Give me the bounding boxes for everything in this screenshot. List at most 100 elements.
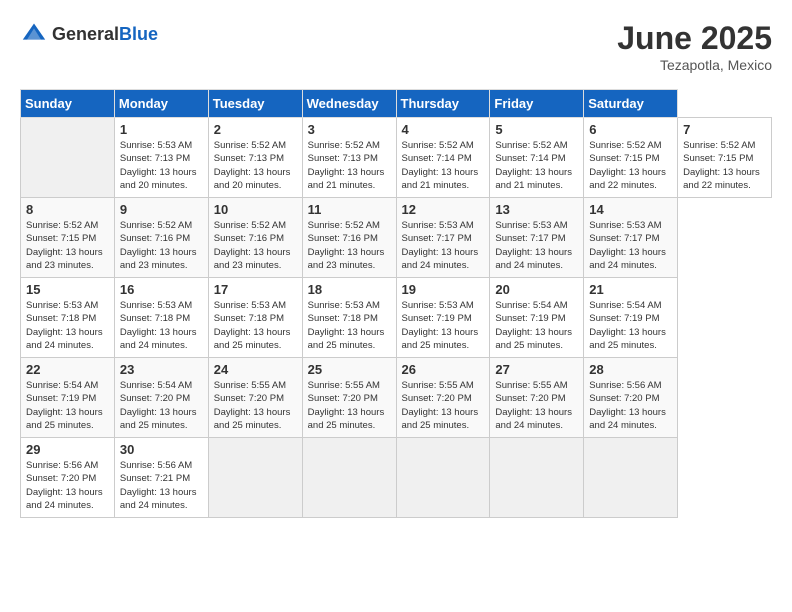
day-info: Sunrise: 5:54 AM Sunset: 7:19 PM Dayligh… xyxy=(26,379,109,432)
day-info: Sunrise: 5:53 AM Sunset: 7:18 PM Dayligh… xyxy=(120,299,203,352)
day-number: 17 xyxy=(214,282,297,297)
day-number: 11 xyxy=(308,202,391,217)
day-number: 16 xyxy=(120,282,203,297)
day-cell: 7 Sunrise: 5:52 AM Sunset: 7:15 PM Dayli… xyxy=(678,118,772,198)
day-cell: 12 Sunrise: 5:53 AM Sunset: 7:17 PM Dayl… xyxy=(396,198,490,278)
day-cell xyxy=(208,438,302,518)
day-cell: 16 Sunrise: 5:53 AM Sunset: 7:18 PM Dayl… xyxy=(114,278,208,358)
header-sunday: Sunday xyxy=(21,90,115,118)
title-block: June 2025 Tezapotla, Mexico xyxy=(617,20,772,73)
day-number: 19 xyxy=(402,282,485,297)
logo-icon xyxy=(20,20,48,48)
day-number: 3 xyxy=(308,122,391,137)
day-cell: 8 Sunrise: 5:52 AM Sunset: 7:15 PM Dayli… xyxy=(21,198,115,278)
day-cell: 10 Sunrise: 5:52 AM Sunset: 7:16 PM Dayl… xyxy=(208,198,302,278)
day-number: 24 xyxy=(214,362,297,377)
day-info: Sunrise: 5:53 AM Sunset: 7:18 PM Dayligh… xyxy=(26,299,109,352)
day-info: Sunrise: 5:54 AM Sunset: 7:19 PM Dayligh… xyxy=(589,299,672,352)
day-cell xyxy=(396,438,490,518)
day-info: Sunrise: 5:52 AM Sunset: 7:13 PM Dayligh… xyxy=(308,139,391,192)
header-monday: Monday xyxy=(114,90,208,118)
day-cell: 26 Sunrise: 5:55 AM Sunset: 7:20 PM Dayl… xyxy=(396,358,490,438)
day-number: 10 xyxy=(214,202,297,217)
day-info: Sunrise: 5:52 AM Sunset: 7:16 PM Dayligh… xyxy=(120,219,203,272)
day-cell: 11 Sunrise: 5:52 AM Sunset: 7:16 PM Dayl… xyxy=(302,198,396,278)
day-number: 23 xyxy=(120,362,203,377)
day-cell: 28 Sunrise: 5:56 AM Sunset: 7:20 PM Dayl… xyxy=(584,358,678,438)
day-cell: 15 Sunrise: 5:53 AM Sunset: 7:18 PM Dayl… xyxy=(21,278,115,358)
day-number: 25 xyxy=(308,362,391,377)
day-number: 20 xyxy=(495,282,578,297)
day-info: Sunrise: 5:53 AM Sunset: 7:17 PM Dayligh… xyxy=(589,219,672,272)
day-number: 14 xyxy=(589,202,672,217)
day-cell: 4 Sunrise: 5:52 AM Sunset: 7:14 PM Dayli… xyxy=(396,118,490,198)
week-row-5: 29 Sunrise: 5:56 AM Sunset: 7:20 PM Dayl… xyxy=(21,438,772,518)
day-number: 8 xyxy=(26,202,109,217)
day-info: Sunrise: 5:52 AM Sunset: 7:15 PM Dayligh… xyxy=(26,219,109,272)
week-row-3: 15 Sunrise: 5:53 AM Sunset: 7:18 PM Dayl… xyxy=(21,278,772,358)
day-cell: 1 Sunrise: 5:53 AM Sunset: 7:13 PM Dayli… xyxy=(114,118,208,198)
logo: GeneralBlue xyxy=(20,20,158,48)
day-number: 9 xyxy=(120,202,203,217)
day-cell: 14 Sunrise: 5:53 AM Sunset: 7:17 PM Dayl… xyxy=(584,198,678,278)
day-cell xyxy=(21,118,115,198)
day-info: Sunrise: 5:56 AM Sunset: 7:21 PM Dayligh… xyxy=(120,459,203,512)
day-cell: 30 Sunrise: 5:56 AM Sunset: 7:21 PM Dayl… xyxy=(114,438,208,518)
day-number: 21 xyxy=(589,282,672,297)
day-cell: 9 Sunrise: 5:52 AM Sunset: 7:16 PM Dayli… xyxy=(114,198,208,278)
week-row-1: 1 Sunrise: 5:53 AM Sunset: 7:13 PM Dayli… xyxy=(21,118,772,198)
day-info: Sunrise: 5:53 AM Sunset: 7:18 PM Dayligh… xyxy=(308,299,391,352)
day-cell xyxy=(490,438,584,518)
day-cell: 27 Sunrise: 5:55 AM Sunset: 7:20 PM Dayl… xyxy=(490,358,584,438)
day-cell: 19 Sunrise: 5:53 AM Sunset: 7:19 PM Dayl… xyxy=(396,278,490,358)
day-info: Sunrise: 5:52 AM Sunset: 7:16 PM Dayligh… xyxy=(214,219,297,272)
day-info: Sunrise: 5:52 AM Sunset: 7:16 PM Dayligh… xyxy=(308,219,391,272)
week-row-4: 22 Sunrise: 5:54 AM Sunset: 7:19 PM Dayl… xyxy=(21,358,772,438)
day-number: 6 xyxy=(589,122,672,137)
day-cell: 3 Sunrise: 5:52 AM Sunset: 7:13 PM Dayli… xyxy=(302,118,396,198)
page-header: GeneralBlue June 2025 Tezapotla, Mexico xyxy=(20,20,772,73)
day-cell xyxy=(302,438,396,518)
calendar-table: SundayMondayTuesdayWednesdayThursdayFrid… xyxy=(20,89,772,518)
day-info: Sunrise: 5:55 AM Sunset: 7:20 PM Dayligh… xyxy=(402,379,485,432)
day-number: 28 xyxy=(589,362,672,377)
day-info: Sunrise: 5:52 AM Sunset: 7:14 PM Dayligh… xyxy=(402,139,485,192)
day-cell: 21 Sunrise: 5:54 AM Sunset: 7:19 PM Dayl… xyxy=(584,278,678,358)
day-cell xyxy=(584,438,678,518)
header-thursday: Thursday xyxy=(396,90,490,118)
day-number: 4 xyxy=(402,122,485,137)
day-number: 5 xyxy=(495,122,578,137)
day-info: Sunrise: 5:55 AM Sunset: 7:20 PM Dayligh… xyxy=(308,379,391,432)
day-number: 13 xyxy=(495,202,578,217)
day-info: Sunrise: 5:52 AM Sunset: 7:15 PM Dayligh… xyxy=(589,139,672,192)
day-cell: 2 Sunrise: 5:52 AM Sunset: 7:13 PM Dayli… xyxy=(208,118,302,198)
header-saturday: Saturday xyxy=(584,90,678,118)
day-info: Sunrise: 5:53 AM Sunset: 7:17 PM Dayligh… xyxy=(495,219,578,272)
day-info: Sunrise: 5:54 AM Sunset: 7:20 PM Dayligh… xyxy=(120,379,203,432)
day-info: Sunrise: 5:54 AM Sunset: 7:19 PM Dayligh… xyxy=(495,299,578,352)
day-number: 12 xyxy=(402,202,485,217)
logo-blue: Blue xyxy=(119,24,158,44)
calendar-title: June 2025 xyxy=(617,20,772,57)
day-info: Sunrise: 5:55 AM Sunset: 7:20 PM Dayligh… xyxy=(495,379,578,432)
header-wednesday: Wednesday xyxy=(302,90,396,118)
day-info: Sunrise: 5:53 AM Sunset: 7:13 PM Dayligh… xyxy=(120,139,203,192)
day-info: Sunrise: 5:52 AM Sunset: 7:14 PM Dayligh… xyxy=(495,139,578,192)
day-cell: 23 Sunrise: 5:54 AM Sunset: 7:20 PM Dayl… xyxy=(114,358,208,438)
day-cell: 5 Sunrise: 5:52 AM Sunset: 7:14 PM Dayli… xyxy=(490,118,584,198)
day-cell: 29 Sunrise: 5:56 AM Sunset: 7:20 PM Dayl… xyxy=(21,438,115,518)
day-cell: 25 Sunrise: 5:55 AM Sunset: 7:20 PM Dayl… xyxy=(302,358,396,438)
day-number: 18 xyxy=(308,282,391,297)
day-number: 22 xyxy=(26,362,109,377)
day-cell: 13 Sunrise: 5:53 AM Sunset: 7:17 PM Dayl… xyxy=(490,198,584,278)
day-info: Sunrise: 5:52 AM Sunset: 7:15 PM Dayligh… xyxy=(683,139,766,192)
header-friday: Friday xyxy=(490,90,584,118)
day-number: 27 xyxy=(495,362,578,377)
day-number: 7 xyxy=(683,122,766,137)
logo-general: General xyxy=(52,24,119,44)
day-number: 30 xyxy=(120,442,203,457)
header-tuesday: Tuesday xyxy=(208,90,302,118)
day-info: Sunrise: 5:52 AM Sunset: 7:13 PM Dayligh… xyxy=(214,139,297,192)
day-cell: 20 Sunrise: 5:54 AM Sunset: 7:19 PM Dayl… xyxy=(490,278,584,358)
day-cell: 18 Sunrise: 5:53 AM Sunset: 7:18 PM Dayl… xyxy=(302,278,396,358)
